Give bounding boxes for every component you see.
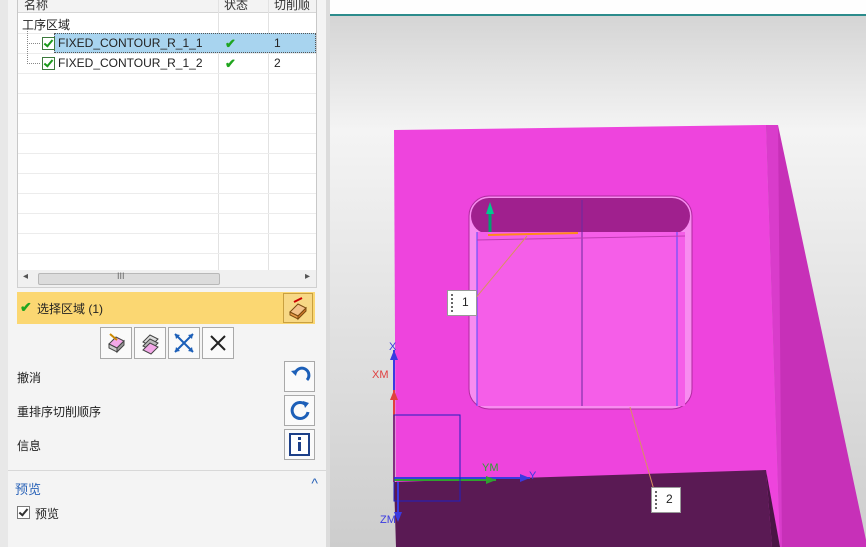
row-checkbox[interactable]	[42, 57, 55, 70]
region-callout-1[interactable]: 1	[447, 290, 477, 316]
preview-title: 预览	[15, 482, 42, 497]
delete-region-button[interactable]	[202, 327, 234, 359]
info-icon	[289, 433, 310, 456]
table-row[interactable]: FIXED_CONTOUR_R_1_1 ✔ 1	[18, 33, 316, 54]
table-row[interactable]: FIXED_CONTOUR_R_1_2 ✔ 2	[18, 53, 316, 74]
preview-checkbox-label: 预览	[35, 507, 60, 521]
scroll-left-icon[interactable]: ◂	[23, 271, 28, 282]
table-horizontal-scrollbar[interactable]: ◂ III ▸	[17, 270, 317, 288]
undo-label: 撤消	[17, 371, 42, 385]
row-name: FIXED_CONTOUR_R_1_1	[58, 36, 203, 50]
graphics-viewport[interactable]: 1 2 X XM Y YM ZM	[330, 0, 866, 547]
info-button[interactable]	[284, 429, 315, 460]
check-icon: ✔	[20, 299, 32, 315]
refresh-icon	[290, 400, 310, 420]
scroll-thumb[interactable]: III	[38, 271, 220, 285]
automatic-region-button[interactable]	[100, 327, 132, 359]
axis-x-label: X	[389, 341, 397, 353]
chevron-up-icon[interactable]: ^	[311, 475, 318, 491]
group-row[interactable]: 工序区域	[18, 13, 316, 34]
column-header-order[interactable]: 切削顺	[274, 0, 310, 13]
scroll-right-icon[interactable]: ▸	[305, 271, 310, 282]
axis-xm-label: XM	[372, 369, 389, 381]
reorder-button[interactable]	[284, 395, 315, 426]
scroll-grip: III	[117, 271, 125, 281]
auto-region-icon	[108, 333, 125, 354]
axis-y-label: Y	[529, 470, 537, 482]
preview-section-header[interactable]: 预览 ^	[8, 470, 326, 499]
close-icon	[210, 335, 226, 351]
table-header: 名称 状态 切削顺	[18, 0, 316, 13]
undo-icon	[291, 366, 311, 382]
reorder-label: 重排序切削顺序	[17, 405, 102, 419]
status-check-icon: ✔	[225, 56, 236, 71]
split-region-icon	[142, 334, 159, 355]
select-region-button[interactable]	[283, 293, 313, 323]
preview-checkbox[interactable]	[17, 506, 30, 519]
part-model[interactable]	[330, 0, 866, 547]
status-check-icon: ✔	[225, 36, 236, 51]
row-name: FIXED_CONTOUR_R_1_2	[58, 56, 203, 70]
undo-button[interactable]	[284, 361, 315, 392]
left-edge-strip	[0, 0, 8, 547]
merge-region-button[interactable]	[168, 327, 200, 359]
column-header-name[interactable]: 名称	[24, 0, 48, 13]
select-region-bar[interactable]: ✔ 选择区域 (1)	[17, 292, 315, 324]
region-callout-2[interactable]: 2	[651, 487, 681, 513]
axis-zm-label: ZM	[380, 514, 396, 526]
split-region-button[interactable]	[134, 327, 166, 359]
row-order: 1	[274, 36, 281, 50]
row-checkbox[interactable]	[42, 37, 55, 50]
column-header-status[interactable]: 状态	[224, 0, 248, 13]
region-select-icon	[289, 297, 307, 321]
axis-ym-label: YM	[482, 462, 499, 474]
row-order: 2	[274, 56, 281, 70]
info-label: 信息	[17, 439, 42, 453]
region-table: 名称 状态 切削顺 工序区域 FIXED_CONTOUR_R_1_1 ✔ 1 F…	[17, 0, 317, 271]
arrows-icon	[174, 333, 194, 353]
select-region-label: 选择区域 (1)	[37, 302, 104, 316]
